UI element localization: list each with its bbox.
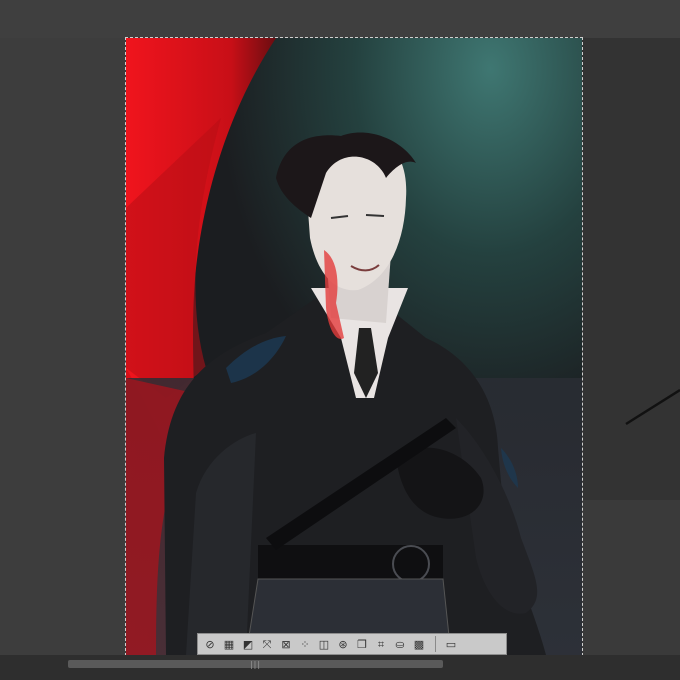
select-grid-icon[interactable]: ▦ — [220, 635, 238, 653]
free-transform-icon[interactable]: ⊛ — [334, 635, 352, 653]
canvas-background-right — [582, 38, 680, 500]
flip-icon[interactable]: ⊘ — [201, 635, 219, 653]
illustration — [126, 38, 582, 655]
fit-canvas-icon[interactable]: ◫ — [315, 635, 333, 653]
checker-icon[interactable]: ▩ — [410, 635, 428, 653]
transform-icon[interactable]: ⊠ — [277, 635, 295, 653]
scrollbar-grip-icon: ||| — [249, 659, 262, 669]
crop-icon[interactable]: ⌗ — [372, 635, 390, 653]
canvas-background-lower — [582, 500, 680, 655]
stray-brush-stroke — [625, 388, 680, 426]
ruler-icon[interactable]: ▭ — [442, 635, 460, 653]
toolbar-separator — [435, 636, 436, 652]
scrollbar-thumb[interactable]: ||| — [68, 659, 443, 669]
scale-icon[interactable]: ⤧ — [258, 635, 276, 653]
transform-toolbar: ⊘ ▦ ◩ ⤧ ⊠ ⁘ ◫ ⊛ ❐ ⌗ ⛀ ▩ ▭ — [197, 633, 507, 655]
mesh-icon[interactable]: ⁘ — [296, 635, 314, 653]
artwork-canvas[interactable] — [125, 37, 583, 656]
clear-icon[interactable]: ◩ — [239, 635, 257, 653]
duplicate-icon[interactable]: ❐ — [353, 635, 371, 653]
top-panel — [0, 0, 680, 38]
fill-icon[interactable]: ⛀ — [391, 635, 409, 653]
